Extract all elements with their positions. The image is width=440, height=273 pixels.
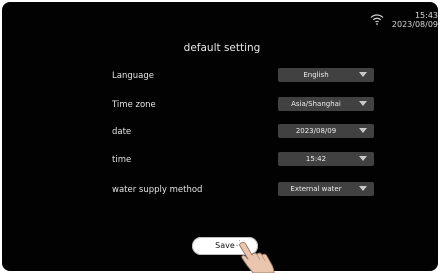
- language-value: English: [303, 71, 329, 79]
- clock: 15:43 2023/08/09: [392, 11, 438, 29]
- page-title: default setting: [183, 42, 261, 54]
- chevron-down-icon: [359, 101, 367, 106]
- chevron-down-icon: [359, 128, 367, 133]
- time-zone-dropdown[interactable]: Asia/Shanghai: [278, 97, 374, 111]
- time-zone-value: Asia/Shanghai: [291, 100, 341, 108]
- status-time: 15:43: [414, 11, 438, 20]
- setting-label-date: date: [112, 127, 132, 137]
- water-supply-value: External water: [290, 185, 342, 193]
- chevron-down-icon: [359, 186, 367, 191]
- setting-label-time: time: [112, 155, 132, 165]
- time-dropdown[interactable]: 15:42: [278, 152, 374, 166]
- setting-label-language: Language: [112, 71, 154, 81]
- water-supply-dropdown[interactable]: External water: [278, 182, 374, 196]
- device-screen: 15:43 2023/08/09 default setting Languag…: [2, 2, 438, 271]
- status-date: 2023/08/09: [391, 20, 438, 29]
- language-dropdown[interactable]: English: [278, 68, 374, 82]
- date-dropdown[interactable]: 2023/08/09: [278, 124, 374, 138]
- status-bar: 15:43 2023/08/09: [370, 11, 438, 29]
- setting-label-time-zone: Time zone: [112, 100, 156, 110]
- wifi-icon: [370, 14, 384, 25]
- pointing-hand-icon: [236, 240, 275, 273]
- chevron-down-icon: [359, 156, 367, 161]
- date-value: 2023/08/09: [295, 127, 337, 135]
- setting-label-water-supply: water supply method: [112, 185, 203, 195]
- chevron-down-icon: [359, 72, 367, 77]
- time-value: 15:42: [305, 155, 327, 163]
